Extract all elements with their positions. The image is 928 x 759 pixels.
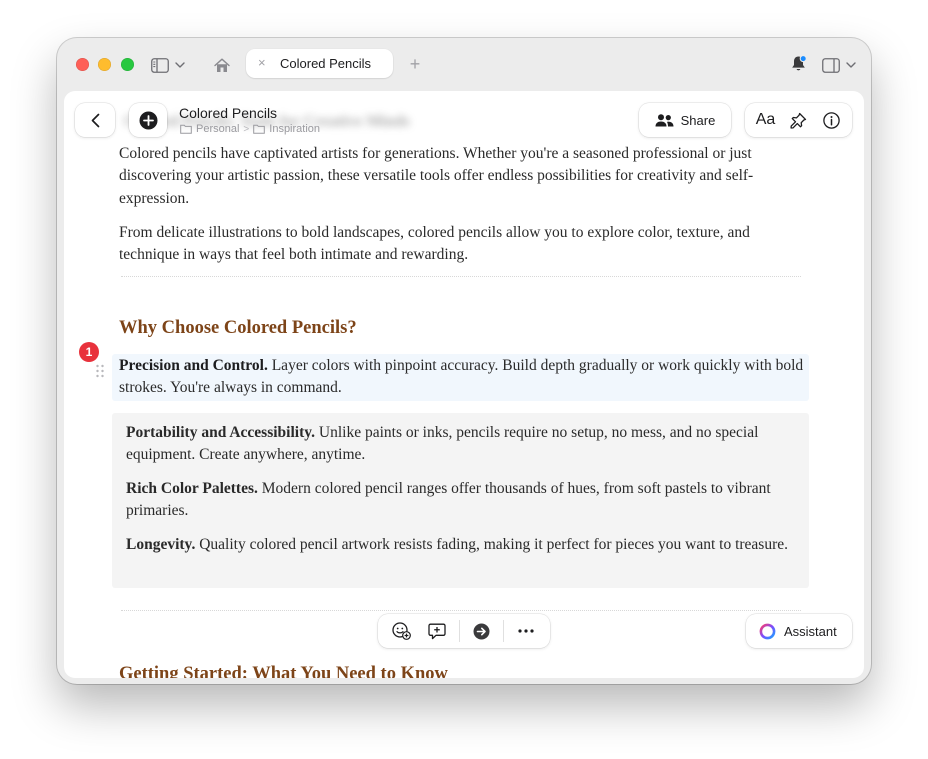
share-button[interactable]: Share xyxy=(639,103,731,137)
plus-icon: + xyxy=(409,53,421,74)
chevron-down-icon xyxy=(846,62,856,68)
sidebar-toggle-button[interactable] xyxy=(149,55,187,75)
font-format-button[interactable]: Aa xyxy=(752,111,780,129)
window-zoom-button[interactable] xyxy=(121,58,134,71)
plus-circle-icon xyxy=(139,111,157,129)
point-title: Longevity. xyxy=(126,536,196,553)
comment-count-badge[interactable]: 1 xyxy=(79,342,99,362)
point-portability[interactable]: Portability and Accessibility. Unlike pa… xyxy=(126,422,794,467)
bottom-toolbar xyxy=(378,614,550,648)
point-title: Rich Color Palettes. xyxy=(126,480,258,497)
assistant-button[interactable]: Assistant xyxy=(746,614,852,648)
chevron-left-icon xyxy=(91,113,99,127)
window-close-button[interactable] xyxy=(76,58,89,71)
people-icon xyxy=(655,113,674,126)
folder-icon xyxy=(180,124,192,134)
toolbar-separator xyxy=(503,620,505,642)
back-button[interactable] xyxy=(75,103,115,137)
assistant-icon xyxy=(759,623,776,639)
info-icon xyxy=(823,111,840,129)
intro-paragraph-2: From delicate illustrations to bold land… xyxy=(119,224,750,264)
drag-handle-icon[interactable] xyxy=(95,364,105,378)
point-precision[interactable]: Precision and Control. Layer colors with… xyxy=(119,355,809,400)
folder-icon xyxy=(253,124,266,134)
point-title: Portability and Accessibility. xyxy=(126,424,316,441)
arrow-right-circle-icon xyxy=(473,623,490,639)
home-button[interactable] xyxy=(212,55,232,75)
bell-icon xyxy=(791,55,807,71)
emoji-add-icon xyxy=(392,622,412,640)
new-tab-button[interactable]: + xyxy=(407,54,423,74)
chevron-down-icon xyxy=(175,62,185,68)
notifications-button[interactable] xyxy=(788,54,808,74)
ellipsis-icon xyxy=(518,629,534,633)
comment-add-icon xyxy=(428,623,447,639)
point-text: Quality colored pencil artwork resists f… xyxy=(195,536,789,553)
more-options-button[interactable] xyxy=(512,629,540,633)
divider xyxy=(121,610,801,611)
breadcrumb: Personal > Inspiration xyxy=(180,123,320,135)
tab-label: Colored Pencils xyxy=(280,56,372,71)
document-tools-group: Aa xyxy=(745,103,852,137)
section-heading: Why Choose Colored Pencils? xyxy=(119,318,357,338)
breadcrumb-item-personal[interactable]: Personal xyxy=(196,123,239,135)
next-section-heading: Getting Started: What You Need to Know xyxy=(119,664,448,678)
callout-block: Portability and Accessibility. Unlike pa… xyxy=(112,413,809,588)
point-longevity[interactable]: Longevity. Quality colored pencil artwor… xyxy=(126,534,794,556)
toolbar-separator xyxy=(459,620,461,642)
right-panel-toggle-button[interactable] xyxy=(820,55,858,75)
divider xyxy=(121,276,801,277)
pin-button[interactable] xyxy=(785,112,813,129)
home-icon xyxy=(214,58,230,72)
add-reaction-button[interactable] xyxy=(388,622,416,640)
go-forward-button[interactable] xyxy=(468,623,496,640)
window-minimize-button[interactable] xyxy=(98,58,111,71)
tab-colored-pencils[interactable]: × Colored Pencils xyxy=(246,49,393,78)
app-window: × Colored Pencils + Colored Pencils: Too… xyxy=(57,38,871,684)
point-color-palettes[interactable]: Rich Color Palettes. Modern colored penc… xyxy=(126,478,794,523)
add-comment-button[interactable] xyxy=(423,623,451,640)
sidebar-icon xyxy=(151,57,169,73)
document-title: Colored Pencils xyxy=(179,105,278,121)
share-label: Share xyxy=(680,112,716,128)
intro-paragraph-1: Colored pencils have captivated artists … xyxy=(119,145,754,207)
assistant-label: Assistant xyxy=(784,623,837,639)
point-title: Precision and Control. xyxy=(119,357,268,374)
panel-right-icon xyxy=(822,57,840,73)
tab-close-icon[interactable]: × xyxy=(258,56,266,70)
document-pane: Colored Pencils: Tools for Creative Mind… xyxy=(64,91,864,678)
chevron-right-icon: > xyxy=(243,123,250,135)
pin-icon xyxy=(790,112,807,129)
info-button[interactable] xyxy=(818,111,846,129)
add-button[interactable] xyxy=(129,103,167,137)
breadcrumb-item-inspiration[interactable]: Inspiration xyxy=(269,123,320,135)
